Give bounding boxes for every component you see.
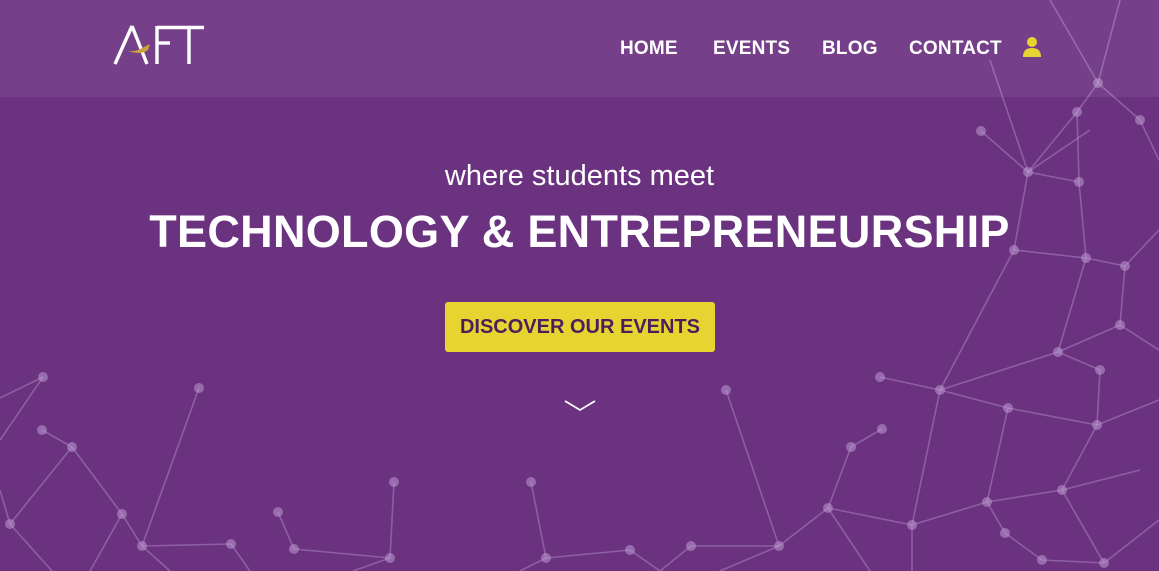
site-header: HOME EVENTS BLOG CONTACT (0, 0, 1159, 97)
nav-events[interactable]: EVENTS (713, 38, 790, 60)
hero-title: TECHNOLOGY & ENTREPRENEURSHIP (149, 206, 1010, 257)
nav-blog[interactable]: BLOG (822, 38, 878, 60)
nav-contact[interactable]: CONTACT (909, 38, 1002, 60)
discover-events-button[interactable]: DISCOVER OUR EVENTS (445, 302, 715, 352)
nav-home[interactable]: HOME (620, 38, 678, 60)
user-icon[interactable] (1022, 36, 1042, 58)
chevron-down-icon[interactable] (563, 398, 597, 414)
aft-logo[interactable] (112, 22, 208, 68)
hero-subtitle: where students meet (444, 160, 715, 192)
